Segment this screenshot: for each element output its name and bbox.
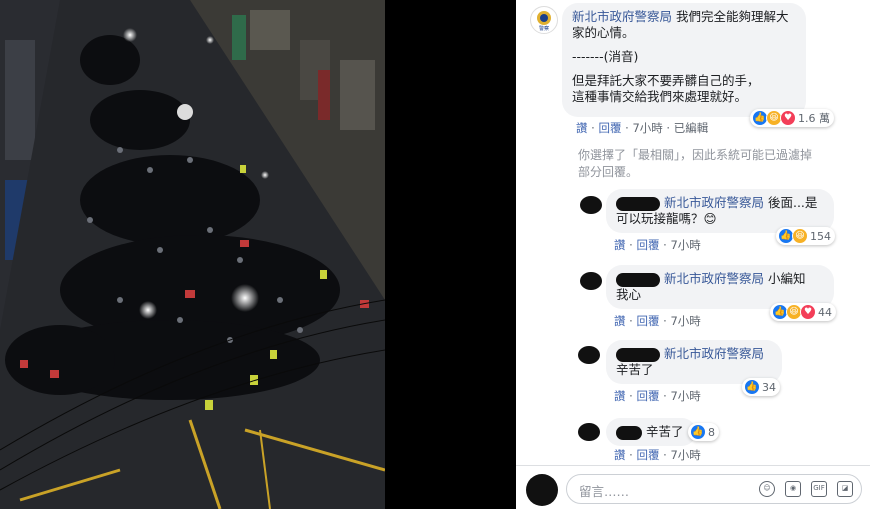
comment-actions: 讚 · 回覆 · 7小時 · 已編輯 [576, 121, 709, 135]
comment-text: 辛苦了 [616, 362, 654, 377]
police-badge-text: 警察 [539, 25, 549, 32]
reaction-count: 8 [708, 425, 715, 439]
like-link[interactable]: 讚 [614, 238, 626, 252]
reply-link[interactable]: 回覆 [636, 314, 659, 328]
reaction-summary[interactable]: 👍 😆 ♥ 1.6 萬 [750, 109, 834, 127]
comment-author[interactable]: 新北市政府警察局 [664, 346, 764, 361]
like-link[interactable]: 讚 [614, 314, 626, 328]
like-link[interactable]: 讚 [576, 121, 588, 135]
redacted-name [616, 272, 660, 287]
redacted-name [616, 425, 642, 440]
comment-input-placeholder: 留言…… [579, 484, 630, 499]
reaction-summary[interactable]: 👍 😆 ♥ 44 [770, 303, 836, 321]
reaction-count: 44 [818, 305, 832, 319]
redacted-name [616, 347, 660, 362]
comment-actions: 讚 · 回覆 · 7小時 [614, 389, 701, 403]
street-photo-image [0, 0, 385, 509]
comment-input[interactable]: 留言…… ☺ ◉ GIF ◪ [566, 474, 862, 504]
comment-author[interactable]: 新北市政府警察局 [572, 9, 672, 24]
comment-text: 後面...是 [767, 195, 818, 210]
comment-text: 我心 [616, 287, 642, 302]
reply-link[interactable]: 回覆 [598, 121, 621, 135]
sticker-icon[interactable]: ◪ [837, 481, 853, 497]
edited-label[interactable]: 已編輯 [674, 121, 709, 135]
like-link[interactable]: 讚 [614, 389, 626, 403]
comment-text: -------(消音) [572, 49, 639, 64]
like-link[interactable]: 讚 [614, 448, 626, 462]
comment-actions: 讚 · 回覆 · 7小時 [614, 448, 701, 462]
love-icon: ♥ [800, 304, 816, 320]
comment-composer: 留言…… ☺ ◉ GIF ◪ [516, 465, 870, 509]
reaction-summary[interactable]: 👍 😆 154 [776, 227, 835, 245]
timestamp[interactable]: 7小時 [670, 314, 700, 328]
composer-tools: ☺ ◉ GIF ◪ [759, 481, 853, 497]
like-icon: 👍 [690, 424, 706, 440]
filter-note-line: 你選擇了「最相關」，因此系統可能已過濾掉 [578, 148, 813, 162]
comment-text: 這種事情交給我們來處理就好。 [572, 89, 748, 104]
timestamp[interactable]: 7小時 [632, 121, 662, 135]
filter-note-line: 部分回覆。 [578, 165, 639, 179]
filter-note: 你選擇了「最相關」，因此系統可能已過濾掉 部分回覆。 [578, 147, 812, 181]
reaction-count: 1.6 萬 [798, 112, 830, 125]
comment-actions: 讚 · 回覆 · 7小時 [614, 238, 701, 252]
camera-icon[interactable]: ◉ [785, 481, 801, 497]
police-badge-icon: 警察 [532, 8, 556, 32]
reply-link[interactable]: 回覆 [636, 448, 659, 462]
reply-avatar[interactable] [580, 196, 602, 214]
comment-actions: 讚 · 回覆 · 7小時 [614, 314, 701, 328]
user-avatar[interactable] [526, 474, 558, 506]
comment-author[interactable]: 新北市政府警察局 [664, 195, 764, 210]
timestamp[interactable]: 7小時 [670, 389, 700, 403]
reply-avatar[interactable] [580, 272, 602, 290]
comments-panel: 警察 新北市政府警察局 我們完全能夠理解大 家的心情。 -------(消音) … [516, 0, 870, 509]
timestamp[interactable]: 7小時 [670, 238, 700, 252]
reaction-count: 154 [810, 229, 831, 243]
comment-author[interactable]: 新北市政府警察局 [664, 271, 764, 286]
comment-text: 我們完全能夠理解大 [676, 9, 789, 24]
black-gap [385, 0, 516, 509]
timestamp[interactable]: 7小時 [670, 448, 700, 462]
smile-emoji-icon: 😊 [703, 211, 717, 226]
haha-icon: 😆 [792, 228, 808, 244]
reply-avatar[interactable] [578, 346, 600, 364]
reply-link[interactable]: 回覆 [636, 389, 659, 403]
gif-icon[interactable]: GIF [811, 481, 827, 497]
love-icon: ♥ [780, 110, 796, 126]
comment-text: 但是拜託大家不要弄髒自己的手， [572, 73, 760, 88]
comment-bubble: 新北市政府警察局 我們完全能夠理解大 家的心情。 -------(消音) 但是拜… [562, 3, 806, 117]
comment-text: 可以玩接龍嗎？ [616, 211, 704, 226]
comment-text: 辛苦了 [645, 424, 684, 439]
reaction-summary[interactable]: 👍 8 [688, 423, 719, 441]
reaction-count: 34 [762, 380, 776, 394]
reply-avatar[interactable] [578, 423, 600, 441]
emoji-icon[interactable]: ☺ [759, 481, 775, 497]
reply-link[interactable]: 回覆 [636, 238, 659, 252]
street-photo [0, 0, 385, 509]
reply-bubble: 辛苦了 [606, 418, 696, 446]
reaction-summary[interactable]: 👍 34 [742, 378, 780, 396]
like-icon: 👍 [744, 379, 760, 395]
police-avatar[interactable]: 警察 [530, 6, 558, 34]
redacted-name [616, 196, 660, 211]
comment-text: 家的心情。 [572, 25, 635, 40]
comment-text: 小編知 [767, 271, 806, 286]
